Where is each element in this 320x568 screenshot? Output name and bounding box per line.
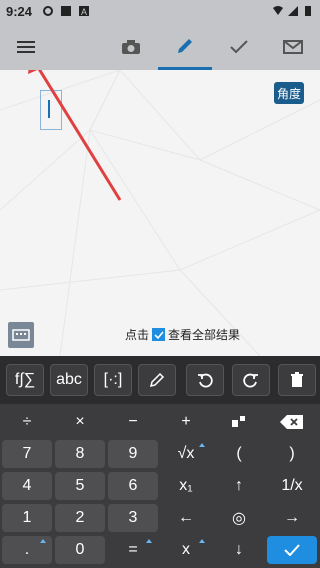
minus-key[interactable]: −: [108, 408, 158, 436]
decimal-key[interactable]: .: [2, 536, 52, 564]
pencil-button[interactable]: [158, 24, 212, 70]
left-key[interactable]: ←: [161, 504, 211, 532]
more-indicator-icon: [146, 539, 152, 543]
up-key[interactable]: ↑: [214, 472, 264, 500]
undo-key[interactable]: [186, 364, 224, 396]
check-button[interactable]: [212, 24, 266, 70]
keyboard-top-row: f∫∑ abc [·:]: [0, 356, 320, 404]
clear-key[interactable]: [278, 364, 316, 396]
digit-1-key[interactable]: 1: [2, 504, 52, 532]
handwrite-icon: [149, 372, 165, 388]
digit-7-key[interactable]: 7: [2, 440, 52, 468]
close-paren-key[interactable]: ): [267, 440, 317, 468]
digit-2-key[interactable]: 2: [55, 504, 105, 532]
status-time: 9:24: [6, 4, 33, 19]
more-indicator-icon: [40, 539, 46, 543]
center-key[interactable]: ◎: [214, 504, 264, 532]
down-key[interactable]: ↓: [214, 536, 264, 564]
pencil-icon: [178, 38, 192, 53]
divide-key[interactable]: ÷: [2, 408, 52, 436]
equals-key[interactable]: =: [108, 536, 158, 564]
show-all-results[interactable]: 点击 查看全部结果: [125, 326, 240, 343]
results-prefix: 点击: [125, 328, 150, 342]
more-indicator-icon: [199, 443, 205, 447]
right-key[interactable]: →: [267, 504, 317, 532]
backspace-icon: [280, 415, 303, 429]
superscript-icon: [232, 416, 245, 427]
toolbar: [0, 24, 320, 70]
decimal-label: .: [24, 541, 30, 558]
abc-key[interactable]: abc: [50, 364, 88, 396]
check-icon: [153, 330, 164, 339]
digit-3-key[interactable]: 3: [108, 504, 158, 532]
check-icon: [284, 544, 300, 556]
digit-5-key[interactable]: 5: [55, 472, 105, 500]
sqrt-label: √x: [177, 445, 195, 462]
backspace-key[interactable]: [267, 408, 317, 436]
handwrite-key[interactable]: [138, 364, 176, 396]
matrix-key[interactable]: [·:]: [94, 364, 132, 396]
signal-icon: [288, 6, 298, 16]
mail-button[interactable]: [266, 24, 320, 70]
open-paren-key[interactable]: (: [214, 440, 264, 468]
image-icon: [61, 6, 71, 16]
reciprocal-key[interactable]: 1/x: [267, 472, 317, 500]
svg-text:A: A: [81, 7, 87, 17]
confirm-key[interactable]: [267, 536, 317, 564]
digit-8-key[interactable]: 8: [55, 440, 105, 468]
mail-icon: [283, 40, 303, 54]
keyboard-main: ÷ × − + 7 8 9 √x ( ) 4 5 6 x₁ ↑ 1/x 1 2 …: [0, 404, 320, 568]
more-indicator-icon: [199, 539, 205, 543]
power-key[interactable]: [214, 408, 264, 436]
digit-9-key[interactable]: 9: [108, 440, 158, 468]
undo-icon: [198, 373, 213, 388]
digit-4-key[interactable]: 4: [2, 472, 52, 500]
red-arrow-annotation: [28, 70, 122, 201]
redo-key[interactable]: [232, 364, 270, 396]
camera-icon: [122, 40, 140, 54]
subscript-key[interactable]: x₁: [161, 472, 211, 500]
font-icon: A: [79, 6, 89, 17]
results-label: 查看全部结果: [168, 328, 241, 342]
math-canvas[interactable]: 角度 点击 查看全部结果: [0, 70, 320, 356]
camera-button[interactable]: [104, 24, 158, 70]
keyboard-icon: [12, 329, 30, 341]
status-bar: 9:24 A: [0, 0, 320, 24]
sqrt-key[interactable]: √x: [161, 440, 211, 468]
results-checkbox[interactable]: [152, 328, 166, 341]
battery-icon: [305, 6, 311, 16]
variable-x-label: x: [182, 541, 190, 558]
plus-key[interactable]: +: [161, 408, 211, 436]
digit-6-key[interactable]: 6: [108, 472, 158, 500]
variable-x-key[interactable]: x: [161, 536, 211, 564]
settings-icon: [43, 6, 53, 16]
check-icon: [230, 40, 248, 54]
menu-button[interactable]: [0, 24, 54, 70]
functions-key[interactable]: f∫∑: [6, 364, 44, 396]
keyboard-toggle-button[interactable]: [8, 322, 34, 348]
trash-icon: [291, 372, 303, 387]
digit-0-key[interactable]: 0: [55, 536, 105, 564]
wifi-icon: [273, 6, 283, 15]
multiply-key[interactable]: ×: [55, 408, 105, 436]
redo-icon: [243, 373, 258, 388]
equals-label: =: [128, 541, 138, 558]
hamburger-icon: [17, 41, 35, 53]
